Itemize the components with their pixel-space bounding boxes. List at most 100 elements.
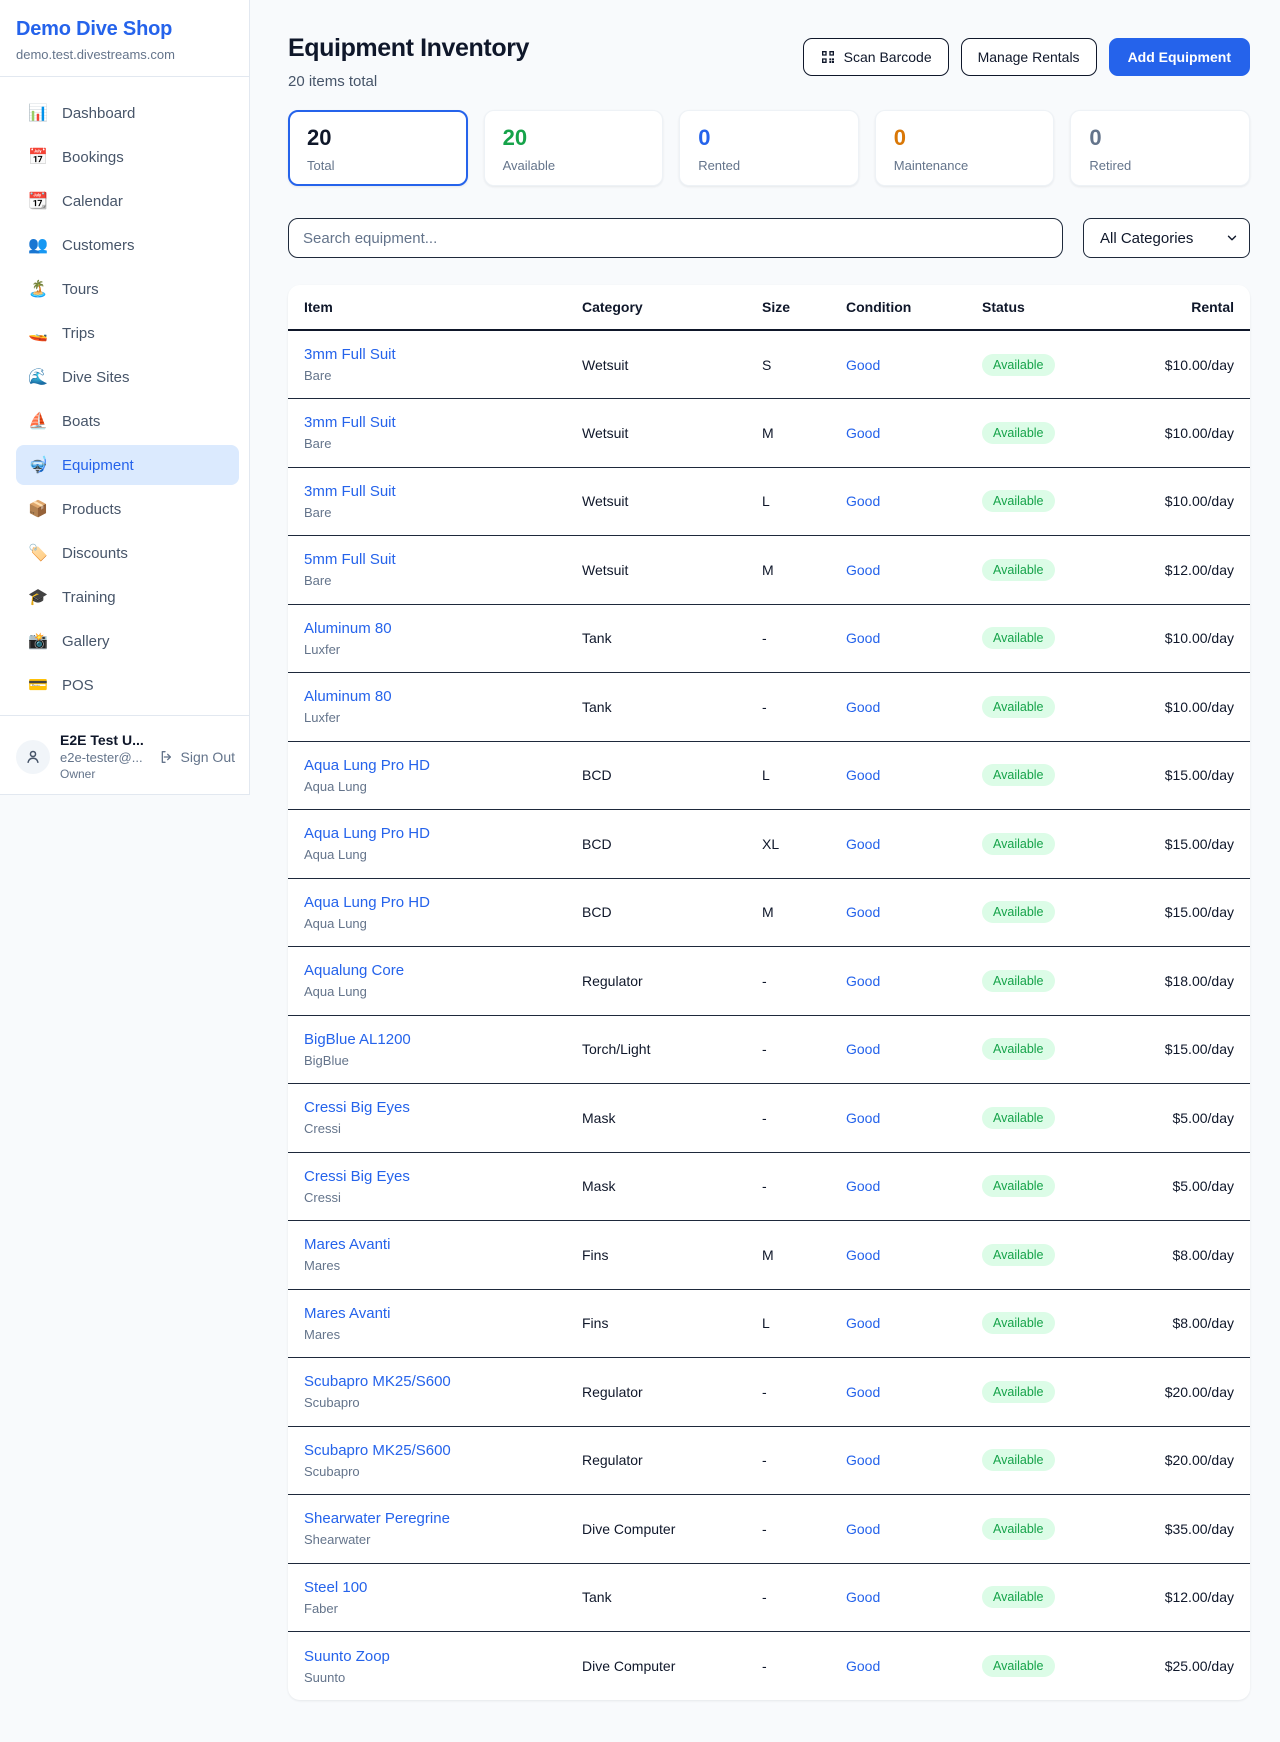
item-name-link[interactable]: Scubapro MK25/S600 — [304, 1373, 582, 1390]
manage-rentals-button[interactable]: Manage Rentals — [961, 38, 1097, 76]
condition-link[interactable]: Good — [846, 330, 982, 399]
stat-card-total[interactable]: 20 Total — [288, 110, 468, 186]
sidebar-item-customers[interactable]: 👥 Customers — [16, 225, 239, 265]
item-name-link[interactable]: Aqualung Core — [304, 962, 582, 979]
condition-link[interactable]: Good — [846, 673, 982, 742]
condition-link[interactable]: Good — [846, 1358, 982, 1427]
trips-icon: 🚤 — [28, 323, 48, 343]
stat-card-available[interactable]: 20 Available — [484, 110, 664, 186]
size-cell: L — [762, 1289, 846, 1358]
sidebar-item-dive-sites[interactable]: 🌊 Dive Sites — [16, 357, 239, 397]
scan-barcode-button[interactable]: Scan Barcode — [803, 38, 949, 76]
item-name-link[interactable]: Shearwater Peregrine — [304, 1510, 582, 1527]
condition-link[interactable]: Good — [846, 604, 982, 673]
sidebar-item-label: Products — [62, 501, 121, 518]
condition-link[interactable]: Good — [846, 536, 982, 605]
condition-link[interactable]: Good — [846, 1289, 982, 1358]
table-row: 3mm Full Suit Bare Wetsuit L Good Availa… — [288, 467, 1250, 536]
status-badge: Available — [982, 833, 1055, 855]
item-name-link[interactable]: 3mm Full Suit — [304, 414, 582, 431]
condition-link[interactable]: Good — [846, 1495, 982, 1564]
item-name-link[interactable]: Aluminum 80 — [304, 688, 582, 705]
discounts-icon: 🏷️ — [28, 543, 48, 563]
item-name-link[interactable]: Scubapro MK25/S600 — [304, 1442, 582, 1459]
status-badge: Available — [982, 1655, 1055, 1677]
sidebar-item-dashboard[interactable]: 📊 Dashboard — [16, 93, 239, 133]
item-name-link[interactable]: Suunto Zoop — [304, 1648, 582, 1665]
table-row: Scubapro MK25/S600 Scubapro Regulator - … — [288, 1426, 1250, 1495]
gallery-icon: 📸 — [28, 631, 48, 651]
sidebar-item-pos[interactable]: 💳 POS — [16, 665, 239, 705]
category-cell: Mask — [582, 1152, 762, 1221]
condition-link[interactable]: Good — [846, 1632, 982, 1701]
stat-card-retired[interactable]: 0 Retired — [1070, 110, 1250, 186]
sidebar-item-trips[interactable]: 🚤 Trips — [16, 313, 239, 353]
condition-link[interactable]: Good — [846, 399, 982, 468]
condition-link[interactable]: Good — [846, 1426, 982, 1495]
stat-card-rented[interactable]: 0 Rented — [679, 110, 859, 186]
main-content: Equipment Inventory 20 items total Scan … — [250, 0, 1280, 1700]
table-row: 3mm Full Suit Bare Wetsuit M Good Availa… — [288, 399, 1250, 468]
status-badge: Available — [982, 1175, 1055, 1197]
user-role: Owner — [60, 767, 144, 781]
condition-link[interactable]: Good — [846, 741, 982, 810]
sidebar-item-label: Dive Sites — [62, 369, 130, 386]
table-row: Suunto Zoop Suunto Dive Computer - Good … — [288, 1632, 1250, 1701]
sidebar-item-calendar[interactable]: 📆 Calendar — [16, 181, 239, 221]
sign-out-button[interactable]: Sign Out — [159, 749, 235, 765]
condition-link[interactable]: Good — [846, 1221, 982, 1290]
item-name-link[interactable]: Cressi Big Eyes — [304, 1168, 582, 1185]
condition-link[interactable]: Good — [846, 1563, 982, 1632]
condition-link[interactable]: Good — [846, 1084, 982, 1153]
sidebar-item-boats[interactable]: ⛵ Boats — [16, 401, 239, 441]
sidebar-item-label: Gallery — [62, 633, 110, 650]
sidebar-item-training[interactable]: 🎓 Training — [16, 577, 239, 617]
add-equipment-button[interactable]: Add Equipment — [1109, 38, 1250, 76]
search-input[interactable] — [288, 218, 1063, 258]
size-cell: - — [762, 1495, 846, 1564]
sidebar-item-label: Dashboard — [62, 105, 135, 122]
sidebar-item-products[interactable]: 📦 Products — [16, 489, 239, 529]
rental-cell: $12.00/day — [1142, 1563, 1250, 1632]
item-name-link[interactable]: 3mm Full Suit — [304, 483, 582, 500]
table-row: 5mm Full Suit Bare Wetsuit M Good Availa… — [288, 536, 1250, 605]
item-name-link[interactable]: Aqua Lung Pro HD — [304, 825, 582, 842]
item-brand: Shearwater — [304, 1532, 582, 1547]
item-name-link[interactable]: Cressi Big Eyes — [304, 1099, 582, 1116]
table-row: Aqua Lung Pro HD Aqua Lung BCD XL Good A… — [288, 810, 1250, 879]
item-name-link[interactable]: Mares Avanti — [304, 1305, 582, 1322]
table-header: Item Category Size Condition Status Rent… — [288, 285, 1250, 330]
category-cell: BCD — [582, 810, 762, 879]
pos-icon: 💳 — [28, 675, 48, 695]
sidebar-item-discounts[interactable]: 🏷️ Discounts — [16, 533, 239, 573]
condition-link[interactable]: Good — [846, 947, 982, 1016]
condition-link[interactable]: Good — [846, 1152, 982, 1221]
rental-cell: $10.00/day — [1142, 467, 1250, 536]
sidebar-item-bookings[interactable]: 📅 Bookings — [16, 137, 239, 177]
rental-cell: $15.00/day — [1142, 810, 1250, 879]
status-badge: Available — [982, 1586, 1055, 1608]
category-cell: Dive Computer — [582, 1632, 762, 1701]
sidebar-item-equipment[interactable]: 🤿 Equipment — [16, 445, 239, 485]
condition-link[interactable]: Good — [846, 467, 982, 536]
item-name-link[interactable]: Mares Avanti — [304, 1236, 582, 1253]
item-name-link[interactable]: Aqua Lung Pro HD — [304, 757, 582, 774]
rental-cell: $20.00/day — [1142, 1358, 1250, 1427]
item-name-link[interactable]: 3mm Full Suit — [304, 346, 582, 363]
condition-link[interactable]: Good — [846, 810, 982, 879]
item-name-link[interactable]: Aluminum 80 — [304, 620, 582, 637]
item-name-link[interactable]: 5mm Full Suit — [304, 551, 582, 568]
item-name-link[interactable]: Steel 100 — [304, 1579, 582, 1596]
title-block: Equipment Inventory 20 items total — [288, 34, 529, 90]
table-row: Cressi Big Eyes Cressi Mask - Good Avail… — [288, 1152, 1250, 1221]
sidebar-item-tours[interactable]: 🏝️ Tours — [16, 269, 239, 309]
item-name-link[interactable]: Aqua Lung Pro HD — [304, 894, 582, 911]
condition-link[interactable]: Good — [846, 878, 982, 947]
category-select[interactable]: All Categories — [1083, 218, 1250, 258]
stat-card-maintenance[interactable]: 0 Maintenance — [875, 110, 1055, 186]
sidebar-item-gallery[interactable]: 📸 Gallery — [16, 621, 239, 661]
condition-link[interactable]: Good — [846, 1015, 982, 1084]
category-cell: Dive Computer — [582, 1495, 762, 1564]
item-brand: Scubapro — [304, 1395, 582, 1410]
item-name-link[interactable]: BigBlue AL1200 — [304, 1031, 582, 1048]
